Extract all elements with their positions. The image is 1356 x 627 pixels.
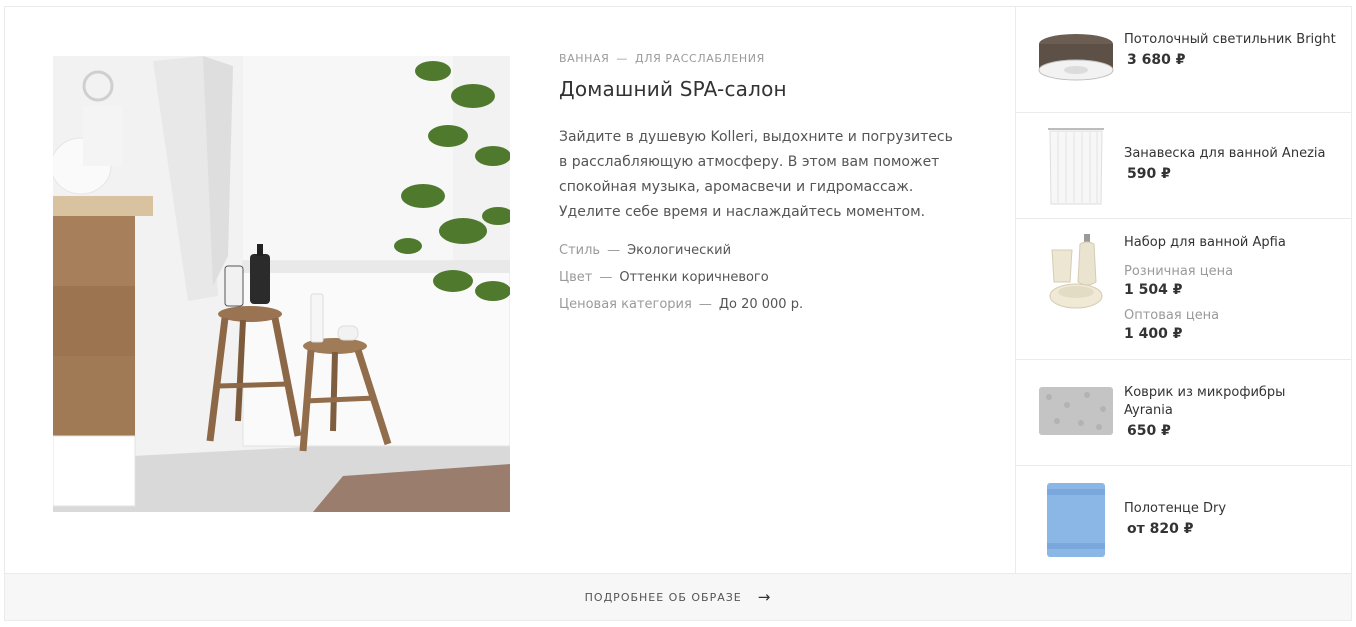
shower-curtain-icon[interactable] <box>1036 125 1116 207</box>
property-label: Ценовая категория <box>559 297 692 312</box>
product-price: от 820 ₽ <box>1127 521 1194 537</box>
look-photo[interactable] <box>53 56 510 512</box>
products-sidebar: Потолочный светильник Bright 3 680 ₽ Зан… <box>1015 7 1351 573</box>
property-separator: — <box>599 270 613 285</box>
look-properties: Стиль — Экологический Цвет — Оттенки коричне… <box>559 237 979 318</box>
look-title: Домашний SPA-салон <box>559 77 787 101</box>
product-name[interactable]: Потолочный светильник Bright <box>1124 31 1337 49</box>
bathroom-scene-image <box>53 56 510 512</box>
product-item[interactable]: Полотенце Dry от 820 ₽ <box>1016 466 1351 572</box>
property-label: Цвет <box>559 270 593 285</box>
arrow-right-icon: → <box>757 588 772 606</box>
breadcrumb: ВАННАЯ — ДЛЯ РАССЛАБЛЕНИЯ <box>559 52 979 65</box>
bath-mat-icon[interactable] <box>1036 382 1116 440</box>
towel-icon[interactable] <box>1036 480 1116 560</box>
breadcrumb-item-bathroom[interactable]: ВАННАЯ <box>559 52 609 65</box>
product-info: Занавеска для ванной Anezia 590 ₽ <box>1124 145 1337 182</box>
look-description: Зайдите в душевую Kolleri, выдохните и п… <box>559 129 953 220</box>
property-value: Оттенки коричневого <box>619 270 769 285</box>
product-info: Полотенце Dry от 820 ₽ <box>1124 500 1337 537</box>
look-footer: ПОДРОБНЕЕ ОБ ОБРАЗЕ → <box>5 573 1351 620</box>
bath-set-icon[interactable] <box>1036 231 1116 313</box>
product-item[interactable]: Коврик из микрофибры Ayrania 650 ₽ <box>1016 360 1351 466</box>
product-info: Набор для ванной Apfia Розничная цена 1 … <box>1124 234 1337 342</box>
product-info: Потолочный светильник Bright 3 680 ₽ <box>1124 31 1337 68</box>
property-value: До 20 000 р. <box>718 297 804 312</box>
wholesale-price-label: Оптовая цена <box>1124 308 1220 323</box>
retail-price-label: Розничная цена <box>1124 264 1234 279</box>
wholesale-price: 1 400 ₽ <box>1124 326 1183 342</box>
breadcrumb-item-relax[interactable]: ДЛЯ РАССЛАБЛЕНИЯ <box>635 52 765 65</box>
product-item[interactable]: Набор для ванной Apfia Розничная цена 1 … <box>1016 219 1351 360</box>
product-price: 3 680 ₽ <box>1127 52 1186 68</box>
retail-price: 1 504 ₽ <box>1124 282 1183 298</box>
product-price: 590 ₽ <box>1127 166 1171 182</box>
look-card: ВАННАЯ — ДЛЯ РАССЛАБЛЕНИЯ Домашний SPA-сал… <box>4 6 1352 621</box>
property-value: Экологический <box>627 243 732 258</box>
product-name[interactable]: Полотенце Dry <box>1124 500 1337 518</box>
look-info: ВАННАЯ — ДЛЯ РАССЛАБЛЕНИЯ Домашний SPA-сал… <box>559 52 979 318</box>
product-name[interactable]: Занавеска для ванной Anezia <box>1124 145 1337 163</box>
property-separator: — <box>698 297 712 312</box>
product-name[interactable]: Набор для ванной Apfia <box>1124 234 1337 252</box>
product-name[interactable]: Коврик из микрофибры Ayrania <box>1124 384 1337 420</box>
more-about-look-label: ПОДРОБНЕЕ ОБ ОБРАЗЕ <box>584 590 742 604</box>
property-label: Стиль <box>559 243 601 258</box>
property-color: Цвет — Оттенки коричневого <box>559 264 979 291</box>
more-about-look-link[interactable]: ПОДРОБНЕЕ ОБ ОБРАЗЕ → <box>585 588 772 606</box>
product-info: Коврик из микрофибры Ayrania 650 ₽ <box>1124 384 1337 439</box>
breadcrumb-separator: — <box>616 52 628 65</box>
look-main: ВАННАЯ — ДЛЯ РАССЛАБЛЕНИЯ Домашний SPA-сал… <box>5 7 1015 573</box>
product-price: 650 ₽ <box>1127 423 1171 439</box>
property-price-category: Ценовая категория — До 20 000 р. <box>559 291 979 318</box>
property-style: Стиль — Экологический <box>559 237 979 264</box>
product-item[interactable]: Потолочный светильник Bright 3 680 ₽ <box>1016 7 1351 113</box>
product-item[interactable]: Занавеска для ванной Anezia 590 ₽ <box>1016 113 1351 219</box>
property-separator: — <box>607 243 621 258</box>
ceiling-lamp-icon[interactable] <box>1036 25 1116 95</box>
